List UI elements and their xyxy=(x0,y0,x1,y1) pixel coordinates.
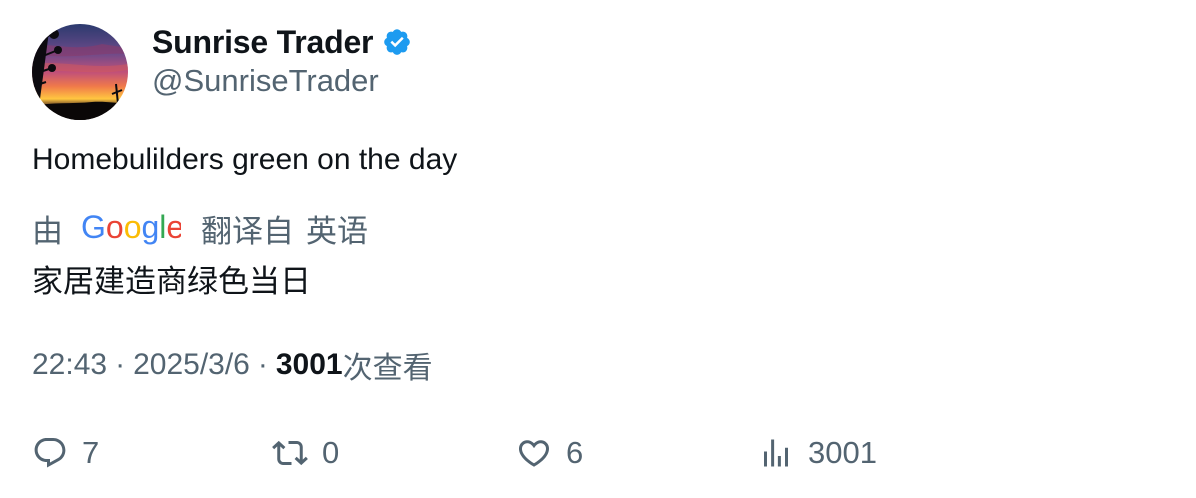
display-name[interactable]: Sunrise Trader xyxy=(152,24,373,61)
tweet-meta: 22:43 · 2025/3/6 · 3001 次查看 xyxy=(32,345,433,385)
avatar[interactable] xyxy=(32,24,128,120)
meta-separator: · xyxy=(257,348,268,381)
name-row: Sunrise Trader xyxy=(152,22,412,62)
views-count: 3001 xyxy=(275,348,343,381)
heart-icon xyxy=(516,435,552,471)
tweet-date[interactable]: 2025/3/6 xyxy=(133,348,250,382)
tweet-card: Sunrise Trader @SunriseTrader Homebulild… xyxy=(0,0,1196,498)
user-handle[interactable]: @SunriseTrader xyxy=(152,63,379,99)
tweet-time[interactable]: 22:43 xyxy=(32,348,107,382)
retweet-icon xyxy=(272,435,308,471)
views-button[interactable]: 3001 xyxy=(758,428,877,478)
reply-count: 7 xyxy=(82,435,100,470)
google-logo: Google xyxy=(81,210,181,246)
meta-separator: · xyxy=(115,348,126,381)
views-label: 次查看 xyxy=(342,352,433,385)
action-bar: 7 0 6 3001 xyxy=(32,428,1172,478)
translated-from-label: 翻译自 xyxy=(201,213,294,249)
translated-by-label: 由 xyxy=(32,213,63,249)
reply-button[interactable]: 7 xyxy=(32,428,99,478)
retweet-button[interactable]: 0 xyxy=(272,428,339,478)
reply-icon xyxy=(32,435,68,471)
translated-text: 家居建造商绿色当日 xyxy=(32,264,311,299)
tweet-text: Homebulilders green on the day xyxy=(32,143,458,176)
like-count: 6 xyxy=(566,435,584,470)
svg-text:Google: Google xyxy=(81,210,181,245)
views-action-count: 3001 xyxy=(808,435,877,470)
verified-badge-icon[interactable] xyxy=(382,27,412,57)
like-button[interactable]: 6 xyxy=(516,428,583,478)
avatar-image xyxy=(32,24,128,120)
bar-chart-icon xyxy=(758,435,794,471)
translation-attribution: 由 Google 翻译自 英语 xyxy=(32,208,368,249)
source-language: 英语 xyxy=(306,213,368,249)
retweet-count: 0 xyxy=(322,435,340,470)
